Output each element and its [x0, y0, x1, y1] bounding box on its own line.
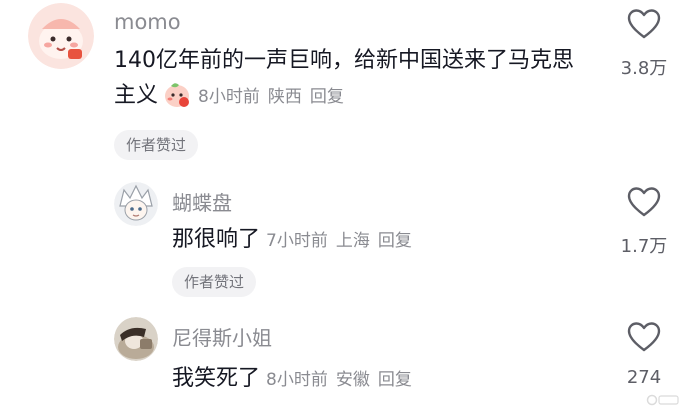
- like-count: 3.8万: [620, 58, 668, 79]
- like-column: 274: [604, 321, 684, 388]
- reply-item: 蝴蝶盘 那很响了 7小时前 上海 回复 作者赞过 1.7万: [0, 178, 690, 298]
- username[interactable]: 蝴蝶盘: [172, 187, 232, 216]
- reply-button[interactable]: 回复: [310, 87, 344, 107]
- comment-text: 我笑死了: [172, 366, 261, 391]
- comment-text-block: 140亿年前的一声巨响，给新中国送来了马克思主义 8小时前 陕西 回复: [114, 43, 584, 115]
- comment-location: 上海: [335, 231, 370, 251]
- comment-meta: 8小时前 陕西 回复: [198, 87, 352, 107]
- comment-item: momo 140亿年前的一声巨响，给新中国送来了马克思主义 8小时前 陕西 回复 作…: [0, 0, 690, 160]
- peach-blush-emoji-icon: [165, 83, 190, 107]
- comment-location: 安徽: [335, 370, 370, 390]
- like-column: 3.8万: [604, 8, 684, 80]
- author-liked-badge: 作者赞过: [114, 130, 199, 160]
- cartoon-avatar-icon: [28, 3, 94, 69]
- avatar[interactable]: [28, 3, 94, 69]
- avatar[interactable]: [114, 317, 158, 361]
- comment-time: 8小时前: [198, 87, 260, 107]
- comment-meta: 8小时前 安徽 回复: [266, 370, 420, 390]
- comment-time: 7小时前: [266, 231, 328, 251]
- comment-meta: 7小时前 上海 回复: [266, 231, 420, 251]
- like-count: 274: [626, 367, 662, 388]
- like-count: 1.7万: [620, 236, 668, 257]
- reply-button[interactable]: 回复: [378, 231, 412, 251]
- author-liked-badge: 作者赞过: [172, 267, 257, 297]
- comment-time: 8小时前: [266, 370, 328, 390]
- username[interactable]: momo: [114, 10, 181, 34]
- reply-button[interactable]: 回复: [378, 370, 412, 390]
- comment-text-block: 我笑死了 8小时前 安徽 回复: [172, 361, 420, 398]
- photo-avatar-icon: [114, 317, 158, 361]
- comment-text: 那很响了: [172, 227, 261, 252]
- anime-avatar-icon: [114, 182, 158, 226]
- heart-icon[interactable]: [627, 8, 661, 40]
- heart-icon[interactable]: [627, 321, 661, 353]
- avatar[interactable]: [114, 182, 158, 226]
- username[interactable]: 尼得斯小姐: [172, 322, 272, 351]
- heart-icon[interactable]: [627, 186, 661, 218]
- comment-text-block: 那很响了 7小时前 上海 回复: [172, 222, 420, 259]
- watermark-logo-icon: [646, 394, 679, 406]
- comment-thread: momo 140亿年前的一声巨响，给新中国送来了马克思主义 8小时前 陕西 回复 作…: [0, 0, 690, 413]
- reply-item: 尼得斯小姐 我笑死了 8小时前 安徽 回复 274: [0, 313, 690, 413]
- comment-location: 陕西: [267, 87, 302, 107]
- like-column: 1.7万: [604, 186, 684, 258]
